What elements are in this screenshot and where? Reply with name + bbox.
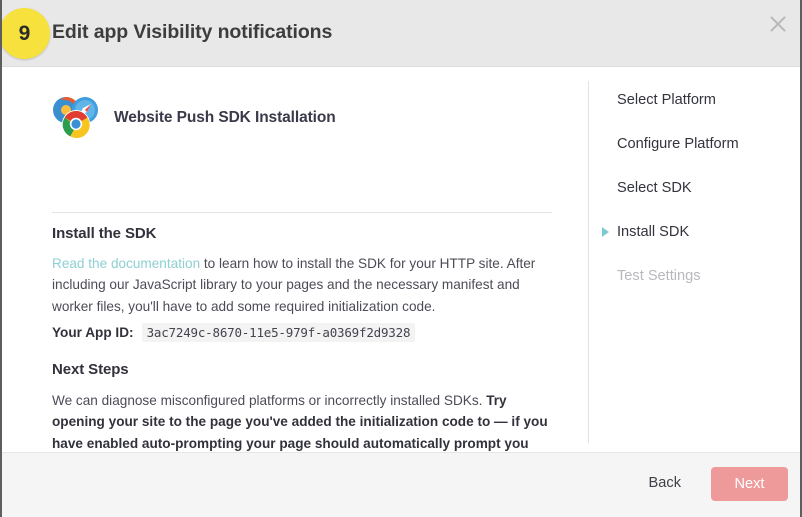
wizard-steps-list: Select Platform Configure Platform Selec… [589,67,800,452]
next-paragraph-lead: We can diagnose misconfigured platforms … [52,393,487,408]
step-item-install-sdk[interactable]: Install SDK [602,221,690,243]
app-id-label: Your App ID: [52,325,134,340]
step-item-select-platform[interactable]: Select Platform [617,89,716,111]
next-steps-heading: Next Steps [52,361,129,378]
modal-footer: Back Next [2,452,800,517]
content-pane: Website Push SDK Installation Install th… [2,67,588,452]
app-id-row: Your App ID: 3ac7249c-8670-11e5-979f-a03… [52,323,416,342]
sdk-title-row: Website Push SDK Installation [52,91,552,145]
step-label: Install SDK [617,224,690,240]
install-sdk-paragraph: Read the documentation to learn how to i… [52,253,555,317]
step-item-test-settings[interactable]: Test Settings [617,265,701,287]
sdk-divider [52,212,552,213]
modal-header: 9 Edit app Visibility notifications [2,0,800,67]
install-sdk-heading: Install the SDK [52,225,157,242]
modal-title: Edit app Visibility notifications [52,21,333,43]
next-steps-paragraph: We can diagnose misconfigured platforms … [52,390,550,452]
app-id-value[interactable]: 3ac7249c-8670-11e5-979f-a0369f2d9328 [141,323,416,342]
step-number-badge: 9 [2,8,50,59]
read-documentation-link[interactable]: Read the documentation [52,256,200,271]
step-label: Select Platform [617,92,716,108]
close-icon[interactable] [762,8,794,40]
step-item-configure-platform[interactable]: Configure Platform [617,133,739,155]
step-item-select-sdk[interactable]: Select SDK [617,177,692,199]
step-label: Select SDK [617,180,692,196]
step-label: Configure Platform [617,136,739,152]
edit-app-modal: 9 Edit app Visibility notifications Webs… [0,0,802,517]
step-label: Test Settings [617,268,701,284]
active-step-marker-icon [602,227,609,237]
sdk-title: Website Push SDK Installation [114,109,336,126]
next-button[interactable]: Next [711,467,788,501]
modal-body: Website Push SDK Installation Install th… [2,67,800,452]
browsers-icon [52,96,100,140]
back-button[interactable]: Back [649,475,681,491]
